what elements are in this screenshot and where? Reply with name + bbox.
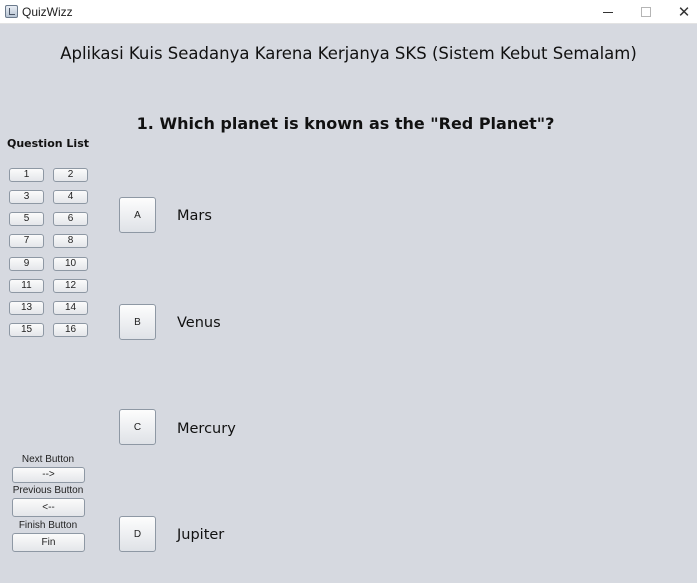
answer-text-b: Venus xyxy=(177,315,221,331)
next-button[interactable]: --> xyxy=(12,467,85,483)
answer-text-a: Mars xyxy=(177,208,212,224)
answer-button-a[interactable]: A xyxy=(119,197,156,233)
question-button-11[interactable]: 11 xyxy=(9,279,44,293)
answer-button-c[interactable]: C xyxy=(119,409,156,445)
maximize-icon xyxy=(641,7,651,17)
window-title: QuizWizz xyxy=(22,5,73,19)
previous-button[interactable]: <-- xyxy=(12,498,85,517)
question-button-15[interactable]: 15 xyxy=(9,323,44,337)
question-list-label: Question List xyxy=(6,137,90,150)
previous-button-label: Previous Button xyxy=(12,485,84,496)
answer-button-d[interactable]: D xyxy=(119,516,156,552)
question-button-3[interactable]: 3 xyxy=(9,190,44,204)
question-button-5[interactable]: 5 xyxy=(9,212,44,226)
finish-button-label: Finish Button xyxy=(18,520,78,531)
java-app-icon xyxy=(5,5,18,18)
question-button-10[interactable]: 10 xyxy=(53,257,88,271)
question-button-16[interactable]: 16 xyxy=(53,323,88,337)
question-button-14[interactable]: 14 xyxy=(53,301,88,315)
answer-button-b[interactable]: B xyxy=(119,304,156,340)
maximize-button[interactable] xyxy=(627,0,665,24)
app-heading: Aplikasi Kuis Seadanya Karena Kerjanya S… xyxy=(60,44,637,63)
minimize-button[interactable] xyxy=(589,0,627,24)
question-button-8[interactable]: 8 xyxy=(53,234,88,248)
question-text: 1. Which planet is known as the "Red Pla… xyxy=(0,114,697,133)
question-button-9[interactable]: 9 xyxy=(9,257,44,271)
title-bar: QuizWizz ✕ xyxy=(0,0,697,24)
answer-text-c: Mercury xyxy=(177,421,236,437)
answer-text-d: Jupiter xyxy=(177,527,225,543)
question-button-2[interactable]: 2 xyxy=(53,168,88,182)
close-button[interactable]: ✕ xyxy=(665,0,697,24)
question-button-6[interactable]: 6 xyxy=(53,212,88,226)
close-icon: ✕ xyxy=(677,4,691,21)
question-button-12[interactable]: 12 xyxy=(53,279,88,293)
question-text-content: 1. Which planet is known as the "Red Pla… xyxy=(136,114,555,133)
question-button-7[interactable]: 7 xyxy=(9,234,44,248)
next-button-label: Next Button xyxy=(21,454,75,465)
question-button-4[interactable]: 4 xyxy=(53,190,88,204)
minimize-icon xyxy=(603,11,613,13)
question-button-13[interactable]: 13 xyxy=(9,301,44,315)
question-button-1[interactable]: 1 xyxy=(9,168,44,182)
finish-button[interactable]: Fin xyxy=(12,533,85,552)
